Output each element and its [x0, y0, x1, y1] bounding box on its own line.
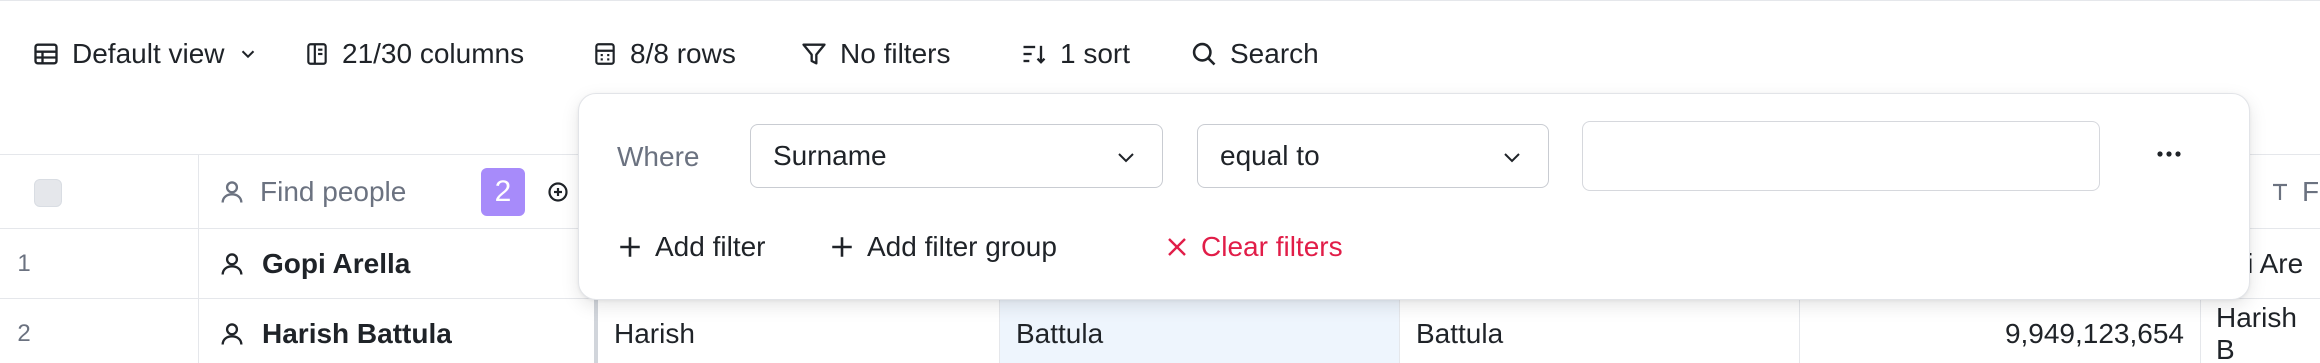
row-number: 2 — [17, 319, 31, 347]
plus-icon — [620, 237, 640, 257]
select-all-checkbox[interactable] — [34, 179, 62, 207]
add-filter-label: Add filter — [655, 231, 766, 262]
add-filter-button[interactable]: Add filter — [617, 222, 766, 272]
add-filter-group-button[interactable]: Add filter group — [829, 222, 1057, 272]
surname-cell[interactable]: Battula — [1000, 299, 1399, 363]
rows-button[interactable]: 8/8 rows — [592, 28, 736, 80]
search-icon — [1192, 42, 1216, 66]
add-filter-group-label: Add filter group — [867, 231, 1057, 262]
person-name-cell[interactable]: Harish Battula — [218, 299, 452, 363]
sort-label: 1 sort — [1060, 38, 1131, 69]
sort-button[interactable]: 1 sort — [1020, 28, 1130, 80]
find-people-placeholder: Find people — [260, 175, 407, 207]
count-badge: 2 — [481, 168, 525, 216]
filters-button[interactable]: No filters — [800, 28, 950, 80]
filters-label: No filters — [840, 38, 951, 69]
search-label: Search — [1230, 38, 1319, 69]
chevron-down-icon — [1118, 153, 1134, 163]
row-number: 1 — [17, 249, 31, 277]
text-column-label: F — [2302, 175, 2320, 207]
filter-field-value: Surname — [773, 140, 887, 171]
filter-value-input[interactable] — [1582, 121, 2100, 191]
filter-popover: Where Surname equal to Add filter Add fi… — [578, 93, 2250, 300]
rows-icon — [595, 43, 615, 65]
clear-filters-label: Clear filters — [1201, 231, 1343, 262]
view-selector-label: Default view — [72, 38, 225, 69]
plus-icon — [832, 237, 852, 257]
filter-operator-value: equal to — [1220, 140, 1320, 171]
columns-button[interactable]: 21/30 columns — [304, 28, 524, 80]
add-column-icon[interactable] — [546, 155, 570, 228]
column-divider — [198, 229, 199, 298]
top-border — [0, 0, 2320, 1]
columns-icon — [307, 43, 327, 65]
first-name-cell[interactable]: Harish — [598, 299, 999, 363]
find-people-search[interactable]: Find people — [218, 155, 406, 228]
view-toolbar: Default view 21/30 columns 8/8 rows No f… — [0, 28, 2320, 80]
overflow-cell[interactable]: Harish B — [2200, 299, 2320, 363]
filter-field-select[interactable]: Surname — [750, 124, 1163, 188]
person-icon — [221, 252, 243, 275]
table-icon — [34, 43, 58, 65]
where-label: Where — [617, 141, 700, 172]
column-divider — [198, 155, 199, 228]
person-icon — [221, 180, 243, 203]
search-button[interactable]: Search — [1190, 28, 1319, 80]
surname2-cell[interactable]: Battula — [1400, 299, 1799, 363]
phone-cell[interactable]: 9,949,123,654 — [1800, 299, 2184, 363]
filter-icon — [802, 43, 826, 65]
view-selector-button[interactable]: Default view — [32, 28, 259, 80]
filter-actions: Add filter Add filter group Clear filter… — [617, 222, 2217, 272]
chevron-down-icon — [1504, 153, 1520, 163]
columns-label: 21/30 columns — [342, 38, 525, 69]
person-icon — [221, 322, 243, 345]
rows-label: 8/8 rows — [630, 38, 736, 69]
person-name: Harish Battula — [262, 317, 452, 349]
filter-operator-select[interactable]: equal to — [1197, 124, 1549, 188]
chevron-down-icon — [241, 50, 254, 59]
clear-filters-button[interactable]: Clear filters — [1165, 222, 1343, 272]
person-name: Gopi Arella — [262, 247, 411, 279]
sort-icon — [1023, 45, 1046, 64]
text-column-header[interactable]: F — [2268, 155, 2319, 228]
person-name-cell[interactable]: Gopi Arella — [218, 229, 410, 298]
table-row[interactable]: 2 Harish Battula Harish Battula Battula … — [0, 299, 2320, 363]
more-options-icon[interactable] — [2139, 124, 2199, 184]
close-icon — [1168, 238, 1186, 256]
column-divider — [198, 299, 199, 363]
text-type-icon — [2273, 183, 2287, 200]
